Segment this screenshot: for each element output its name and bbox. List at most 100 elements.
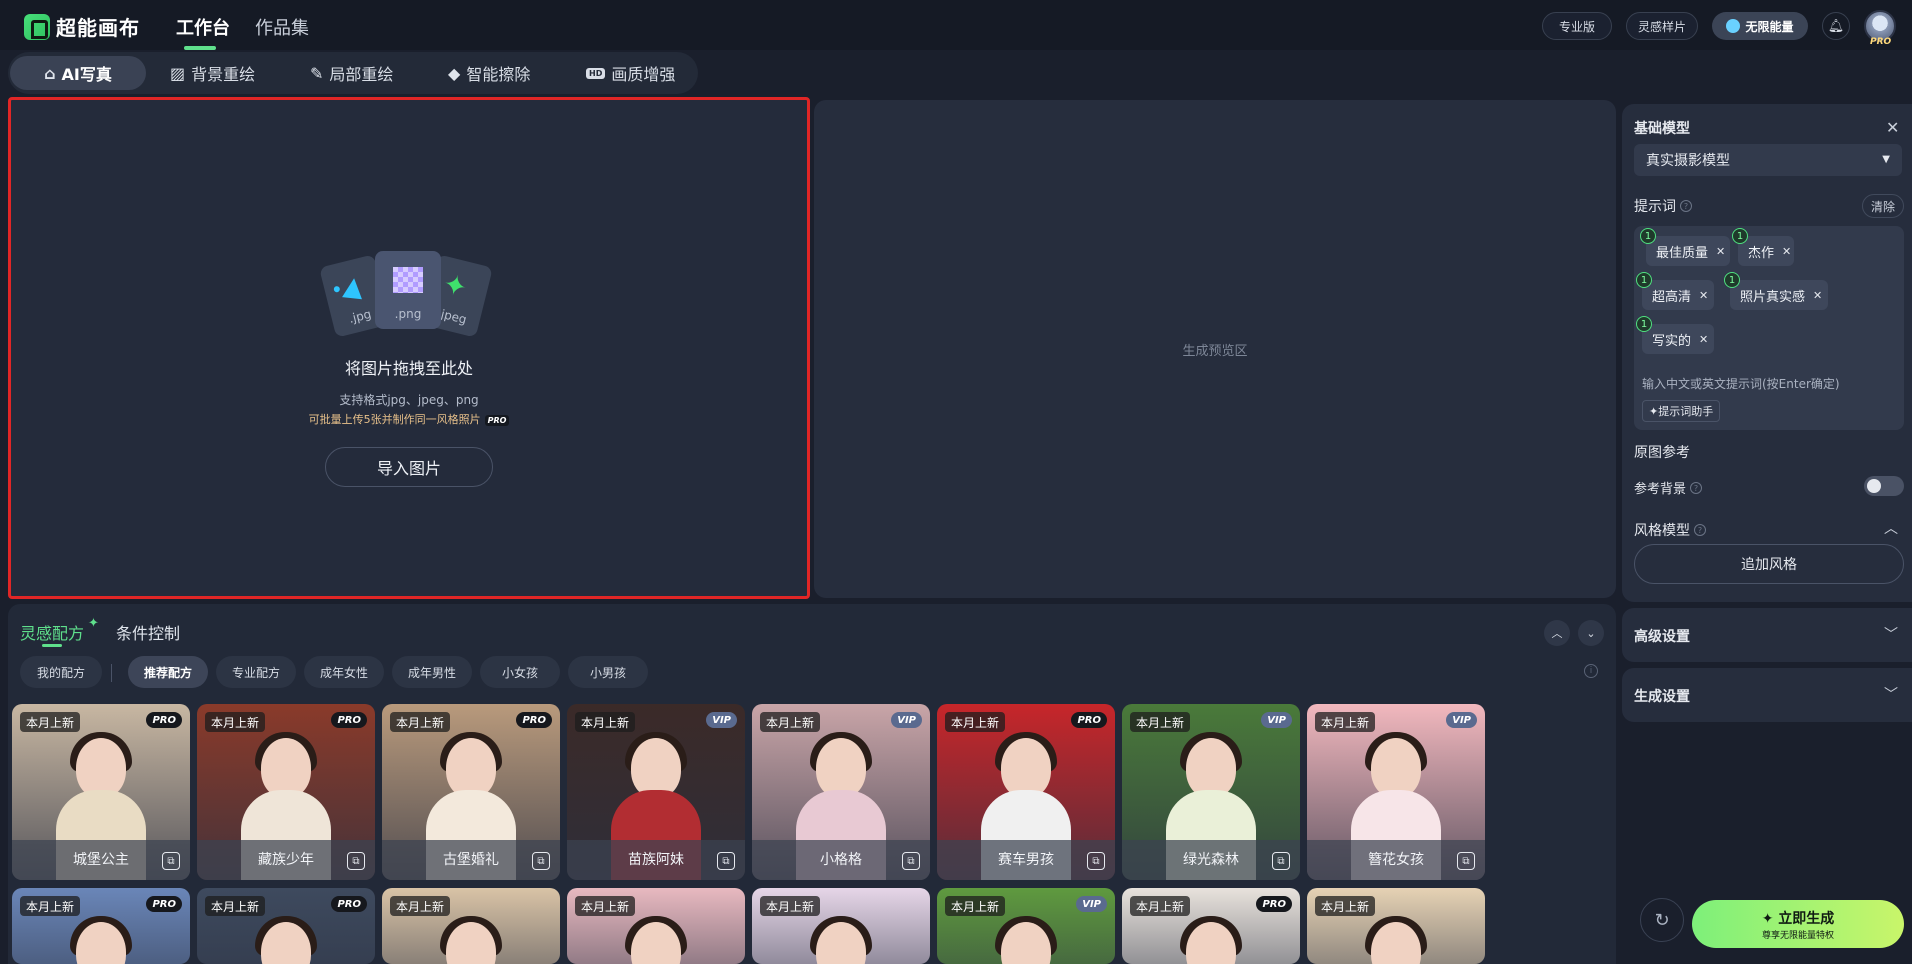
filter-my-recipes[interactable]: 我的配方 <box>20 656 102 688</box>
tier-badge: VIP <box>891 712 922 728</box>
new-this-month-badge: 本月上新 <box>575 712 636 732</box>
collapse-up-icon[interactable]: ︿ <box>1544 620 1570 646</box>
prompt-chip[interactable]: 1 最佳质量 ✕ <box>1640 228 1730 266</box>
logo-text: 超能画布 <box>56 16 140 40</box>
add-style-button[interactable]: 追加风格 <box>1634 544 1904 584</box>
chip-remove-icon[interactable]: ✕ <box>1699 289 1708 302</box>
tier-badge: PRO <box>1256 896 1292 912</box>
filter-recommended[interactable]: 推荐配方 <box>128 656 208 688</box>
help-icon[interactable]: ? <box>1694 524 1706 536</box>
tool-label: 画质增强 <box>611 65 676 84</box>
tool-background-redraw[interactable]: ▨ 背景重绘 <box>170 56 255 90</box>
filter-adult-men[interactable]: 成年男性 <box>392 656 472 688</box>
inspiration-samples-button[interactable]: 灵感样片 <box>1626 12 1698 40</box>
recipe-card[interactable]: 本月上新 VIP 小格格 ⧉ <box>752 704 930 880</box>
stripes-icon: ▨ <box>170 63 186 83</box>
info-icon[interactable]: i <box>1584 664 1598 678</box>
tier-badge: VIP <box>1076 896 1107 912</box>
tab-workbench[interactable]: 工作台 <box>176 14 230 40</box>
expand-down-icon[interactable]: ⌄ <box>1578 620 1604 646</box>
copy-icon[interactable]: ⧉ <box>1457 852 1475 870</box>
help-icon[interactable]: ? <box>1690 481 1703 494</box>
chip-remove-icon[interactable]: ✕ <box>1813 289 1822 302</box>
filter-adult-women[interactable]: 成年女性 <box>304 656 384 688</box>
filter-little-girl[interactable]: 小女孩 <box>480 656 560 688</box>
refresh-icon[interactable]: ↻ <box>1640 898 1684 942</box>
chip-remove-icon[interactable]: ✕ <box>1716 245 1725 258</box>
clear-prompt-button[interactable]: 清除 <box>1862 194 1904 218</box>
chevron-up-icon[interactable]: ︿ <box>1884 518 1898 538</box>
chip-weight: 1 <box>1636 272 1652 288</box>
tool-quality-enhance[interactable]: HD 画质增强 <box>586 56 675 90</box>
upload-dropzone[interactable]: .jpg .png ✦ .jpeg 将图片拖拽至此处 支持格式jpg、jpeg、… <box>8 97 810 599</box>
recipe-card[interactable]: 本月上新 VIP <box>937 888 1115 964</box>
generate-button[interactable]: ✦ 立即生成 尊享无限能量特权 <box>1692 900 1904 948</box>
chip-weight: 1 <box>1640 228 1656 244</box>
energy-icon <box>1726 19 1741 33</box>
recipe-card[interactable]: 本月上新 VIP 簪花女孩 ⧉ <box>1307 704 1485 880</box>
chip-remove-icon[interactable]: ✕ <box>1699 333 1708 346</box>
help-icon[interactable]: ? <box>1680 200 1692 212</box>
tool-smart-erase[interactable]: ◆ 智能擦除 <box>448 56 530 90</box>
portrait-icon: ⌂ <box>44 63 56 83</box>
filter-little-boy[interactable]: 小男孩 <box>568 656 648 688</box>
advanced-settings-section[interactable]: 高级设置 ﹀ <box>1622 608 1912 662</box>
generation-settings-section[interactable]: 生成设置 ﹀ <box>1622 668 1912 722</box>
tool-label: 局部重绘 <box>329 65 394 84</box>
settings-panel: 基础模型 ✕ 真实摄影模型 ▼ 提示词? 清除 1 最佳质量 ✕ 1 杰作 ✕ 1 … <box>1622 104 1912 602</box>
recipe-card[interactable]: 本月上新 PRO 赛车男孩 ⧉ <box>937 704 1115 880</box>
tier-badge: PRO <box>146 896 182 912</box>
brush-icon: ✎ <box>310 63 324 83</box>
pro-version-button[interactable]: 专业版 <box>1542 12 1612 40</box>
recipe-card[interactable]: 本月上新 PRO 城堡公主 ⧉ <box>12 704 190 880</box>
ref-bg-toggle[interactable] <box>1864 476 1904 496</box>
tab-inspiration-recipe[interactable]: 灵感配方 <box>20 620 84 644</box>
app-logo[interactable]: 超能画布 <box>24 12 140 41</box>
chip-remove-icon[interactable]: ✕ <box>1782 245 1791 258</box>
logo-icon <box>24 13 50 40</box>
copy-icon[interactable]: ⧉ <box>532 852 550 870</box>
copy-icon[interactable]: ⧉ <box>162 852 180 870</box>
copy-icon[interactable]: ⧉ <box>1087 852 1105 870</box>
prompt-chip[interactable]: 1 照片真实感 ✕ <box>1724 272 1828 310</box>
tier-badge: VIP <box>1446 712 1477 728</box>
tool-label: 背景重绘 <box>191 65 256 84</box>
recipe-card[interactable]: 本月上新 PRO 藏族少年 ⧉ <box>197 704 375 880</box>
recipe-card[interactable]: 本月上新 PRO <box>197 888 375 964</box>
copy-icon[interactable]: ⧉ <box>347 852 365 870</box>
new-this-month-badge: 本月上新 <box>575 896 636 916</box>
copy-icon[interactable]: ⧉ <box>717 852 735 870</box>
prompt-chip[interactable]: 1 写实的 ✕ <box>1636 316 1714 354</box>
prompt-chip[interactable]: 1 超高清 ✕ <box>1636 272 1714 310</box>
close-icon[interactable]: ✕ <box>1886 118 1899 137</box>
recipe-card[interactable]: 本月上新 <box>382 888 560 964</box>
recipe-card[interactable]: 本月上新 PRO <box>1122 888 1300 964</box>
recipe-card[interactable]: 本月上新 <box>1307 888 1485 964</box>
tool-ai-portrait[interactable]: ⌂ AI写真 <box>10 56 146 90</box>
tool-label: AI写真 <box>61 65 112 84</box>
filter-professional[interactable]: 专业配方 <box>216 656 296 688</box>
bell-icon[interactable]: 🔔︎ <box>1822 12 1850 40</box>
recipe-card[interactable]: 本月上新 <box>752 888 930 964</box>
new-this-month-badge: 本月上新 <box>205 896 266 916</box>
prompt-box[interactable]: 1 最佳质量 ✕ 1 杰作 ✕ 1 超高清 ✕ 1 照片真实感 ✕ 1 写实的 ✕ 输入中… <box>1634 226 1904 430</box>
recipe-card[interactable]: 本月上新 <box>567 888 745 964</box>
recipe-card[interactable]: 本月上新 VIP 绿光森林 ⧉ <box>1122 704 1300 880</box>
tool-partial-redraw[interactable]: ✎ 局部重绘 <box>310 56 393 90</box>
chevron-down-icon: ﹀ <box>1884 627 1898 643</box>
recipe-card[interactable]: 本月上新 PRO <box>12 888 190 964</box>
unlimited-energy-button[interactable]: 无限能量 <box>1712 12 1808 40</box>
base-model-select[interactable]: 真实摄影模型 ▼ <box>1634 144 1902 176</box>
prompt-input-placeholder[interactable]: 输入中文或英文提示词(按Enter确定) <box>1642 375 1840 392</box>
new-this-month-badge: 本月上新 <box>205 712 266 732</box>
supported-formats: 支持格式jpg、jpeg、png <box>339 393 479 407</box>
copy-icon[interactable]: ⧉ <box>902 852 920 870</box>
recipe-card[interactable]: 本月上新 VIP 苗族阿妹 ⧉ <box>567 704 745 880</box>
prompt-assistant-button[interactable]: ✦提示词助手 <box>1642 400 1721 422</box>
import-image-button[interactable]: 导入图片 <box>325 447 493 487</box>
copy-icon[interactable]: ⧉ <box>1272 852 1290 870</box>
recipe-card[interactable]: 本月上新 PRO 古堡婚礼 ⧉ <box>382 704 560 880</box>
prompt-chip[interactable]: 1 杰作 ✕ <box>1732 228 1794 266</box>
tab-condition-control[interactable]: 条件控制 <box>116 620 180 644</box>
tab-works[interactable]: 作品集 <box>255 14 309 40</box>
